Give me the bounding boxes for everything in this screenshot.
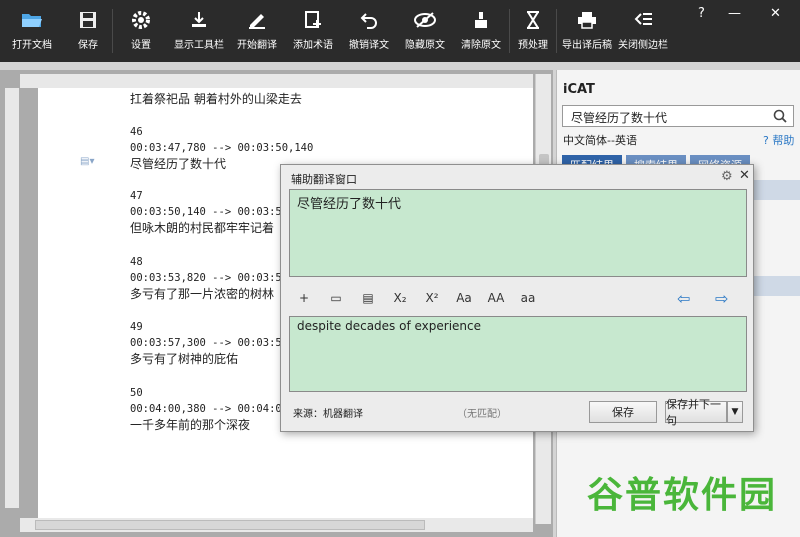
segment: 扛着祭祀品 朝着村外的山梁走去 [130,92,302,106]
brush-icon [470,9,492,31]
undo-translation-button[interactable]: 撤销译文 [341,0,397,62]
search-icon[interactable] [773,109,787,126]
add-document-icon [302,9,324,31]
collapse-sidebar-icon [632,9,654,31]
save-button[interactable]: 保存 [64,0,112,62]
preprocess-button[interactable]: 预处理 [510,0,556,62]
hide-source-button[interactable]: 隐藏原文 [397,0,453,62]
horizontal-scrollbar[interactable] [20,518,533,532]
close-window-button[interactable]: ✕ [770,6,781,21]
clear-source-button[interactable]: 清除原文 [453,0,509,62]
copy-icon[interactable]: ▤ [353,291,383,305]
assist-translate-dialog: 辅助翻译窗口 ⚙ ✕ 尽管经历了数十代 + ▭ ▤ X₂ X² Aa AA aa… [280,164,754,432]
capitalize-button[interactable]: Aa [449,291,479,305]
arrow-left-icon[interactable]: ⇦ [677,289,690,308]
search-input[interactable]: 尽管经历了数十代 [562,105,794,127]
source-text-box[interactable]: 尽管经历了数十代 [289,189,747,277]
target-text-box[interactable]: despite decades of experience [289,316,747,392]
scroll-thumb[interactable] [35,520,425,530]
match-label: （无匹配） [457,409,507,420]
add-term-button[interactable]: 添加术语 [285,0,341,62]
show-toolbar-button[interactable]: 显示工具栏 [169,0,229,62]
help-window-button[interactable]: ? [698,6,705,21]
hourglass-icon [522,9,544,31]
main-toolbar: 打开文档 保存 设置 显示工具栏 开始翻译 添加术语 撤销译文 隐藏原文 清除原… [0,0,800,62]
folder-open-icon [21,9,43,31]
eye-hidden-icon [414,9,436,31]
undo-icon [358,9,380,31]
horizontal-ruler [20,74,533,88]
panel-title: iCAT [563,82,595,97]
close-sidebar-button[interactable]: 关闭侧边栏 [617,0,669,62]
pen-icon [246,9,268,31]
subscript-button[interactable]: X₂ [385,291,415,305]
save-next-button[interactable]: 保存并下一句 [665,398,727,427]
uppercase-button[interactable]: AA [481,291,511,305]
help-icon: ? [763,134,769,147]
download-icon [188,9,210,31]
settings-button[interactable]: 设置 [113,0,169,62]
document-marker-icon[interactable]: ▤▾ [80,156,94,167]
superscript-button[interactable]: X² [417,291,447,305]
chevron-down-icon[interactable]: ▼ [727,401,743,423]
save-icon [77,9,99,31]
watermark-logo: 谷普软件园 [587,475,778,516]
lowercase-button[interactable]: aa [513,291,543,305]
arrow-right-icon[interactable]: ⇨ [715,289,728,308]
gear-icon [130,9,152,31]
add-button[interactable]: + [289,291,319,305]
vertical-ruler [5,88,19,508]
save-dialog-button[interactable]: 保存 [589,401,657,423]
monitor-icon[interactable]: ▭ [321,291,351,305]
minimize-button[interactable]: — [728,6,741,21]
source-label: 来源：机器翻译 [293,409,363,420]
printer-icon [576,9,598,31]
close-icon[interactable]: ✕ [739,168,750,183]
language-pair: 中文简体--英语 [563,134,637,147]
dialog-title: 辅助翻译窗口 [291,173,357,186]
help-link[interactable]: ? 帮助 [763,132,794,148]
start-translate-button[interactable]: 开始翻译 [229,0,285,62]
export-button[interactable]: 导出译后稿 [557,0,617,62]
gear-icon[interactable]: ⚙ [721,169,733,184]
open-document-button[interactable]: 打开文档 [0,0,64,62]
